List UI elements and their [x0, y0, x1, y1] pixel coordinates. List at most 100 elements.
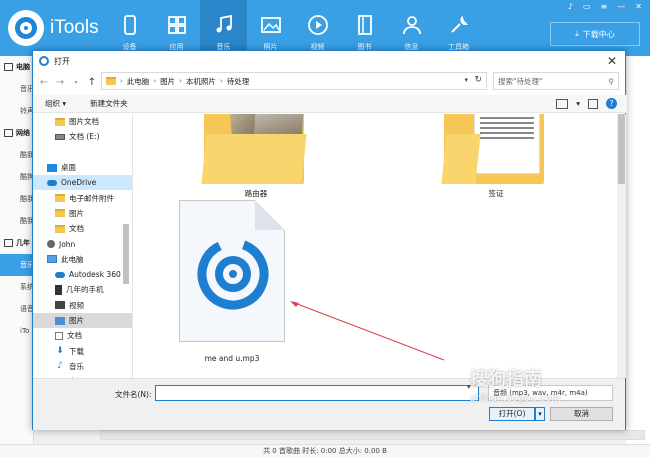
annotation-arrow: [290, 301, 445, 361]
message-icon[interactable]: ▭: [583, 2, 591, 11]
pc-icon: [47, 255, 57, 264]
close-icon[interactable]: ✕: [635, 2, 642, 11]
down-icon: ⬇: [56, 346, 64, 357]
content-scrollbar[interactable]: [617, 114, 626, 378]
nav-pane-item[interactable]: 桌面: [33, 160, 132, 175]
sidebar-item[interactable]: 酷我: [0, 144, 33, 166]
nav-pane-item[interactable]: Autodesk 360: [33, 267, 132, 282]
nav-pane-item[interactable]: 文档: [33, 221, 132, 236]
pic-icon: [55, 316, 65, 325]
sidebar-label: 电脑: [16, 63, 30, 71]
up-arrow-icon[interactable]: ↑: [87, 77, 97, 88]
scroll-thumb[interactable]: [123, 224, 129, 284]
minimize-icon[interactable]: —: [617, 2, 625, 11]
breadcrumb-item[interactable]: 待处理: [227, 76, 250, 87]
nav-pane-item[interactable]: OneDrive: [33, 175, 132, 191]
nav-person[interactable]: 信息: [388, 0, 435, 56]
help-icon[interactable]: ?: [606, 98, 617, 109]
address-dropdown-icon[interactable]: ▾: [464, 76, 468, 84]
sidebar-item[interactable]: 酷狗: [0, 166, 33, 188]
nav-photo[interactable]: 照片: [247, 0, 294, 56]
sidebar-section[interactable]: 网络: [0, 122, 33, 144]
nav-music[interactable]: 音乐: [200, 0, 247, 56]
music-mini-icon[interactable]: ♪: [568, 2, 573, 11]
section-icon: [4, 239, 13, 247]
view-dropdown-icon[interactable]: ▾: [576, 99, 580, 108]
video-icon: [55, 301, 65, 310]
new-folder-button[interactable]: 新建文件夹: [78, 98, 140, 109]
horizontal-scrollbar[interactable]: [100, 430, 645, 440]
nav-pane-label: 几年的手机: [66, 285, 104, 295]
recent-dropdown-icon[interactable]: ▾: [71, 79, 81, 86]
main-nav: 设备 应用 音乐 照片 视频 图书 信息 工具箱: [106, 0, 482, 56]
sidebar-item[interactable]: 语音: [0, 298, 33, 320]
refresh-icon[interactable]: ↻: [474, 75, 482, 85]
nav-phone[interactable]: 设备: [106, 0, 153, 56]
nav-pane-item[interactable]: 几年的手机: [33, 282, 132, 297]
cloud-icon: [47, 179, 57, 186]
toolbar-right: ▾ ?: [556, 98, 617, 109]
dialog-title: 打开: [54, 56, 70, 66]
nav-apps[interactable]: 应用: [153, 0, 200, 56]
music-icon: [216, 14, 232, 33]
sidebar-item[interactable]: 音乐: [0, 254, 33, 276]
breadcrumb-item[interactable]: 本机照片: [186, 76, 216, 87]
sidebar-item[interactable]: iTo: [0, 320, 33, 342]
nav-pane-item: [33, 145, 132, 160]
forward-arrow-icon[interactable]: →: [55, 77, 65, 88]
window-controls: ♪ ▭ ≡ — ✕: [568, 2, 642, 11]
cancel-button[interactable]: 取消: [550, 407, 613, 421]
navigation-scrollbar[interactable]: [121, 114, 131, 378]
breadcrumb-item[interactable]: 此电脑: [127, 76, 150, 87]
search-input[interactable]: 搜索"待处理" ⚲: [493, 72, 619, 90]
sidebar-item[interactable]: 铃声: [0, 100, 33, 122]
navigation-pane: 图片文档 文档 (E:) 桌面 OneDrive 电子邮件附件 图片 文档 John 此电脑 Au…: [33, 114, 133, 378]
nav-pane-item[interactable]: 图片文档: [33, 114, 132, 129]
nav-pane-item[interactable]: 此电脑: [33, 252, 132, 267]
apps-icon: [167, 16, 186, 34]
nav-video[interactable]: 视频: [294, 0, 341, 56]
dialog-toolbar: 组织 ▾ 新建文件夹 ▾ ?: [33, 95, 627, 113]
nav-pane-item[interactable]: ♪ 音乐: [33, 359, 132, 374]
app-logo: iTools: [8, 10, 99, 46]
menu-icon[interactable]: ≡: [601, 2, 608, 11]
sidebar-label: 网络: [16, 129, 30, 137]
organize-button[interactable]: 组织 ▾: [33, 98, 78, 109]
nav-pane-item[interactable]: 电子邮件附件: [33, 190, 132, 205]
app-name: iTools: [50, 17, 99, 38]
book-icon: [357, 15, 372, 35]
nav-pane-item[interactable]: 文档: [33, 328, 132, 343]
sidebar-label: iTo: [20, 327, 30, 335]
dialog-close-icon[interactable]: ✕: [607, 54, 617, 68]
doc-icon: [55, 331, 63, 340]
nav-book[interactable]: 图书: [341, 0, 388, 56]
open-button[interactable]: 打开(O): [489, 407, 535, 421]
open-split-dropdown-icon[interactable]: ▾: [535, 407, 545, 421]
sidebar-item[interactable]: 酷我: [0, 188, 33, 210]
download-center-button[interactable]: ⤓ 下载中心: [550, 22, 640, 46]
scroll-thumb[interactable]: [618, 114, 625, 184]
breadcrumb-item[interactable]: 图片: [160, 76, 175, 87]
watermark-url: zhinan.sogou.com: [470, 393, 562, 404]
preview-pane-icon[interactable]: [588, 98, 598, 109]
address-bar[interactable]: › 此电脑 › 图片 › 本机照片 › 待处理 ▾ ↻: [101, 72, 487, 90]
sidebar-item[interactable]: 系统: [0, 276, 33, 298]
filename-input[interactable]: [155, 385, 479, 401]
nav-pane-item[interactable]: ⬇ 下载: [33, 343, 132, 358]
back-arrow-icon[interactable]: ←: [39, 77, 49, 88]
nav-pane-item[interactable]: 视频: [33, 298, 132, 313]
sidebar-item[interactable]: 酷我: [0, 210, 33, 232]
nav-pane-label: 图片: [69, 208, 84, 218]
itunes-icon: [39, 56, 49, 66]
section-icon: [4, 63, 13, 71]
sidebar-item[interactable]: 音乐: [0, 78, 33, 100]
sidebar-section[interactable]: 电脑: [0, 56, 33, 78]
nav-pane-item[interactable]: 图片: [33, 206, 132, 221]
nav-pane-label: 文档 (E:): [69, 132, 100, 142]
nav-pane-item[interactable]: 文档 (E:): [33, 129, 132, 144]
nav-pane-item[interactable]: 图片: [33, 312, 132, 329]
nav-toolbox[interactable]: 工具箱: [435, 0, 482, 56]
sidebar-section[interactable]: 几年: [0, 232, 33, 254]
view-options-icon[interactable]: [556, 98, 569, 109]
nav-pane-item[interactable]: John: [33, 236, 132, 251]
